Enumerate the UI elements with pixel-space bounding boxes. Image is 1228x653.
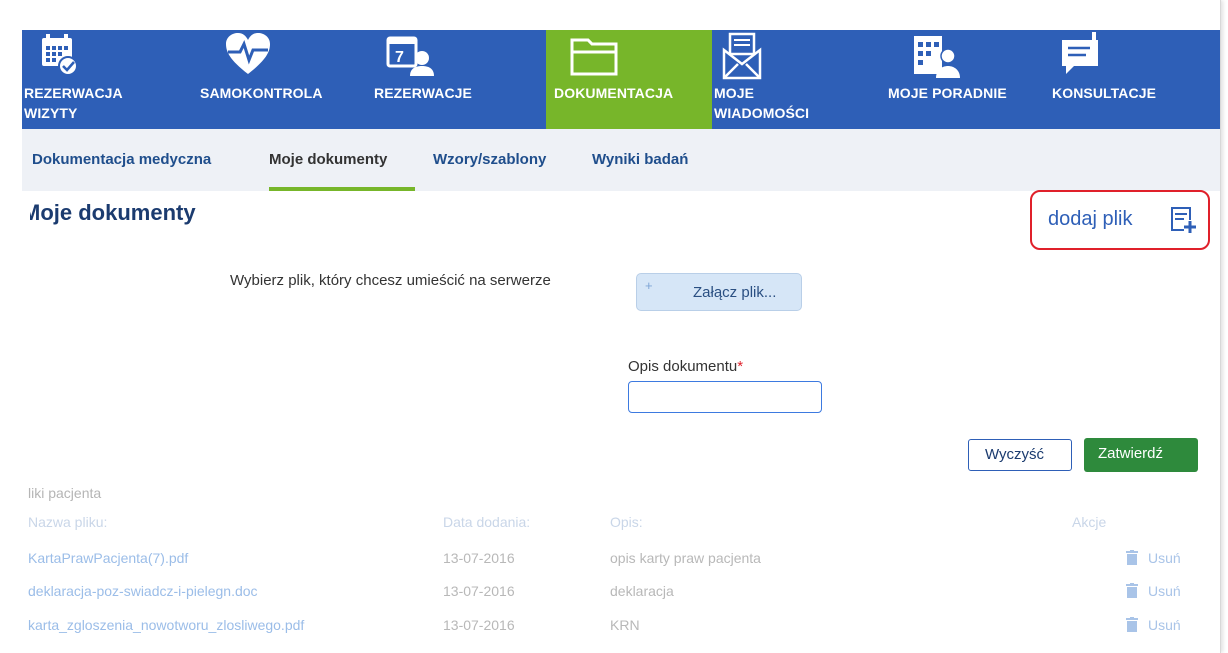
tab-dokumentacja-medyczna[interactable]: Dokumentacja medyczna	[32, 151, 211, 168]
choose-file-label: Wybierz plik, który chcesz umieścić na s…	[230, 272, 551, 289]
file-date: 13-07-2016	[443, 550, 515, 566]
nav-label: SAMOKONTROLA	[200, 85, 323, 101]
table-row: KartaPrawPacjenta(7).pdf 13-07-2016 opis…	[0, 550, 1220, 580]
active-tab-indicator	[269, 187, 415, 191]
trash-icon	[1126, 617, 1138, 635]
nav-label: DOKUMENTACJA	[554, 85, 674, 101]
plus-icon: +	[645, 278, 653, 293]
description-label-text: Opis dokumentu	[628, 358, 738, 375]
trash-icon	[1126, 550, 1138, 568]
required-mark: *	[737, 358, 744, 375]
header-description: Opis:	[610, 514, 643, 530]
page-title: Moje dokumenty	[22, 200, 196, 225]
calendar-check-icon	[40, 32, 80, 83]
tab-wzory-szablony[interactable]: Wzory/szablony	[433, 151, 546, 168]
header-actions: Akcje	[1072, 514, 1107, 530]
add-document-icon	[1170, 206, 1198, 239]
add-file-button[interactable]: dodaj plik	[1030, 190, 1210, 250]
nav-item-moje-poradnie[interactable]: MOJE PORADNIE	[882, 30, 1042, 129]
description-input[interactable]	[628, 381, 822, 413]
description-label: Opis dokumentu*	[628, 358, 743, 375]
header-file-name: Nazwa pliku:	[28, 514, 108, 530]
file-link[interactable]: KartaPrawPacjenta(7).pdf	[28, 550, 188, 566]
main-navigation: REZERWACJA WIZYTY SAMOKONTROLA 7 REZERWA…	[22, 30, 1220, 129]
nav-item-samokontrola[interactable]: SAMOKONTROLA	[192, 30, 370, 129]
submit-button-label: Zatwierdź	[1098, 445, 1164, 462]
nav-item-konsultacje[interactable]: KONSULTACJE	[1042, 30, 1220, 129]
nav-item-dokumentacja[interactable]: DOKUMENTACJA	[546, 30, 712, 129]
calendar-person-icon: 7	[386, 32, 434, 83]
nav-label: REZERWACJA WIZYTY	[24, 85, 123, 121]
file-description: KRN	[610, 617, 640, 633]
files-section-title: liki pacjenta	[28, 485, 102, 501]
chat-bubble-icon	[1058, 32, 1104, 83]
delete-file-button[interactable]: Usuń	[1126, 550, 1181, 568]
file-date: 13-07-2016	[443, 617, 515, 633]
nav-label: KONSULTACJE	[1052, 85, 1157, 101]
nav-item-moje-wiadomosci[interactable]: MOJE WIADOMOŚCI	[712, 30, 882, 129]
app-frame: REZERWACJA WIZYTY SAMOKONTROLA 7 REZERWA…	[0, 0, 1221, 653]
nav-label: MOJE WIADOMOŚCI	[714, 85, 810, 121]
tab-wyniki-badan[interactable]: Wyniki badań	[592, 151, 688, 168]
add-file-label: dodaj plik	[1048, 208, 1133, 230]
nav-item-rezerwacje[interactable]: 7 REZERWACJE	[370, 30, 546, 129]
svg-text:7: 7	[395, 49, 404, 66]
submit-button[interactable]: Zatwierdź	[1084, 438, 1198, 472]
file-link[interactable]: karta_zgloszenia_nowotworu_zlosliwego.pd…	[28, 617, 304, 633]
delete-file-button[interactable]: Usuń	[1126, 583, 1181, 601]
delete-label: Usuń	[1148, 583, 1181, 599]
delete-label: Usuń	[1148, 550, 1181, 566]
clear-button-label: Wyczyść	[985, 446, 1045, 463]
file-description: opis karty praw pacjenta	[610, 550, 761, 566]
envelope-icon	[722, 32, 762, 85]
nav-label: MOJE PORADNIE	[888, 85, 1007, 101]
delete-file-button[interactable]: Usuń	[1126, 617, 1181, 635]
header-date: Data dodania:	[443, 514, 531, 530]
file-date: 13-07-2016	[443, 583, 515, 599]
nav-item-rezerwacja-wizyty[interactable]: REZERWACJA WIZYTY	[22, 30, 192, 129]
delete-label: Usuń	[1148, 617, 1181, 633]
table-row: deklaracja-poz-swiadcz-i-pielegn.doc 13-…	[0, 583, 1220, 613]
sub-navigation: Dokumentacja medyczna Moje dokumenty Wzo…	[22, 129, 1220, 191]
table-row: karta_zgloszenia_nowotworu_zlosliwego.pd…	[0, 617, 1220, 647]
trash-icon	[1126, 583, 1138, 601]
file-link[interactable]: deklaracja-poz-swiadcz-i-pielegn.doc	[28, 583, 258, 599]
heart-pulse-icon	[224, 32, 272, 83]
clear-button[interactable]: Wyczyść	[968, 439, 1072, 471]
attach-file-label: Załącz plik...	[693, 284, 777, 301]
hospital-icon	[912, 32, 960, 83]
attach-file-button[interactable]: + Załącz plik...	[636, 273, 802, 311]
file-description: deklaracja	[610, 583, 674, 599]
folder-icon	[570, 34, 618, 81]
nav-label: REZERWACJE	[374, 85, 472, 101]
tab-moje-dokumenty[interactable]: Moje dokumenty	[269, 151, 387, 168]
